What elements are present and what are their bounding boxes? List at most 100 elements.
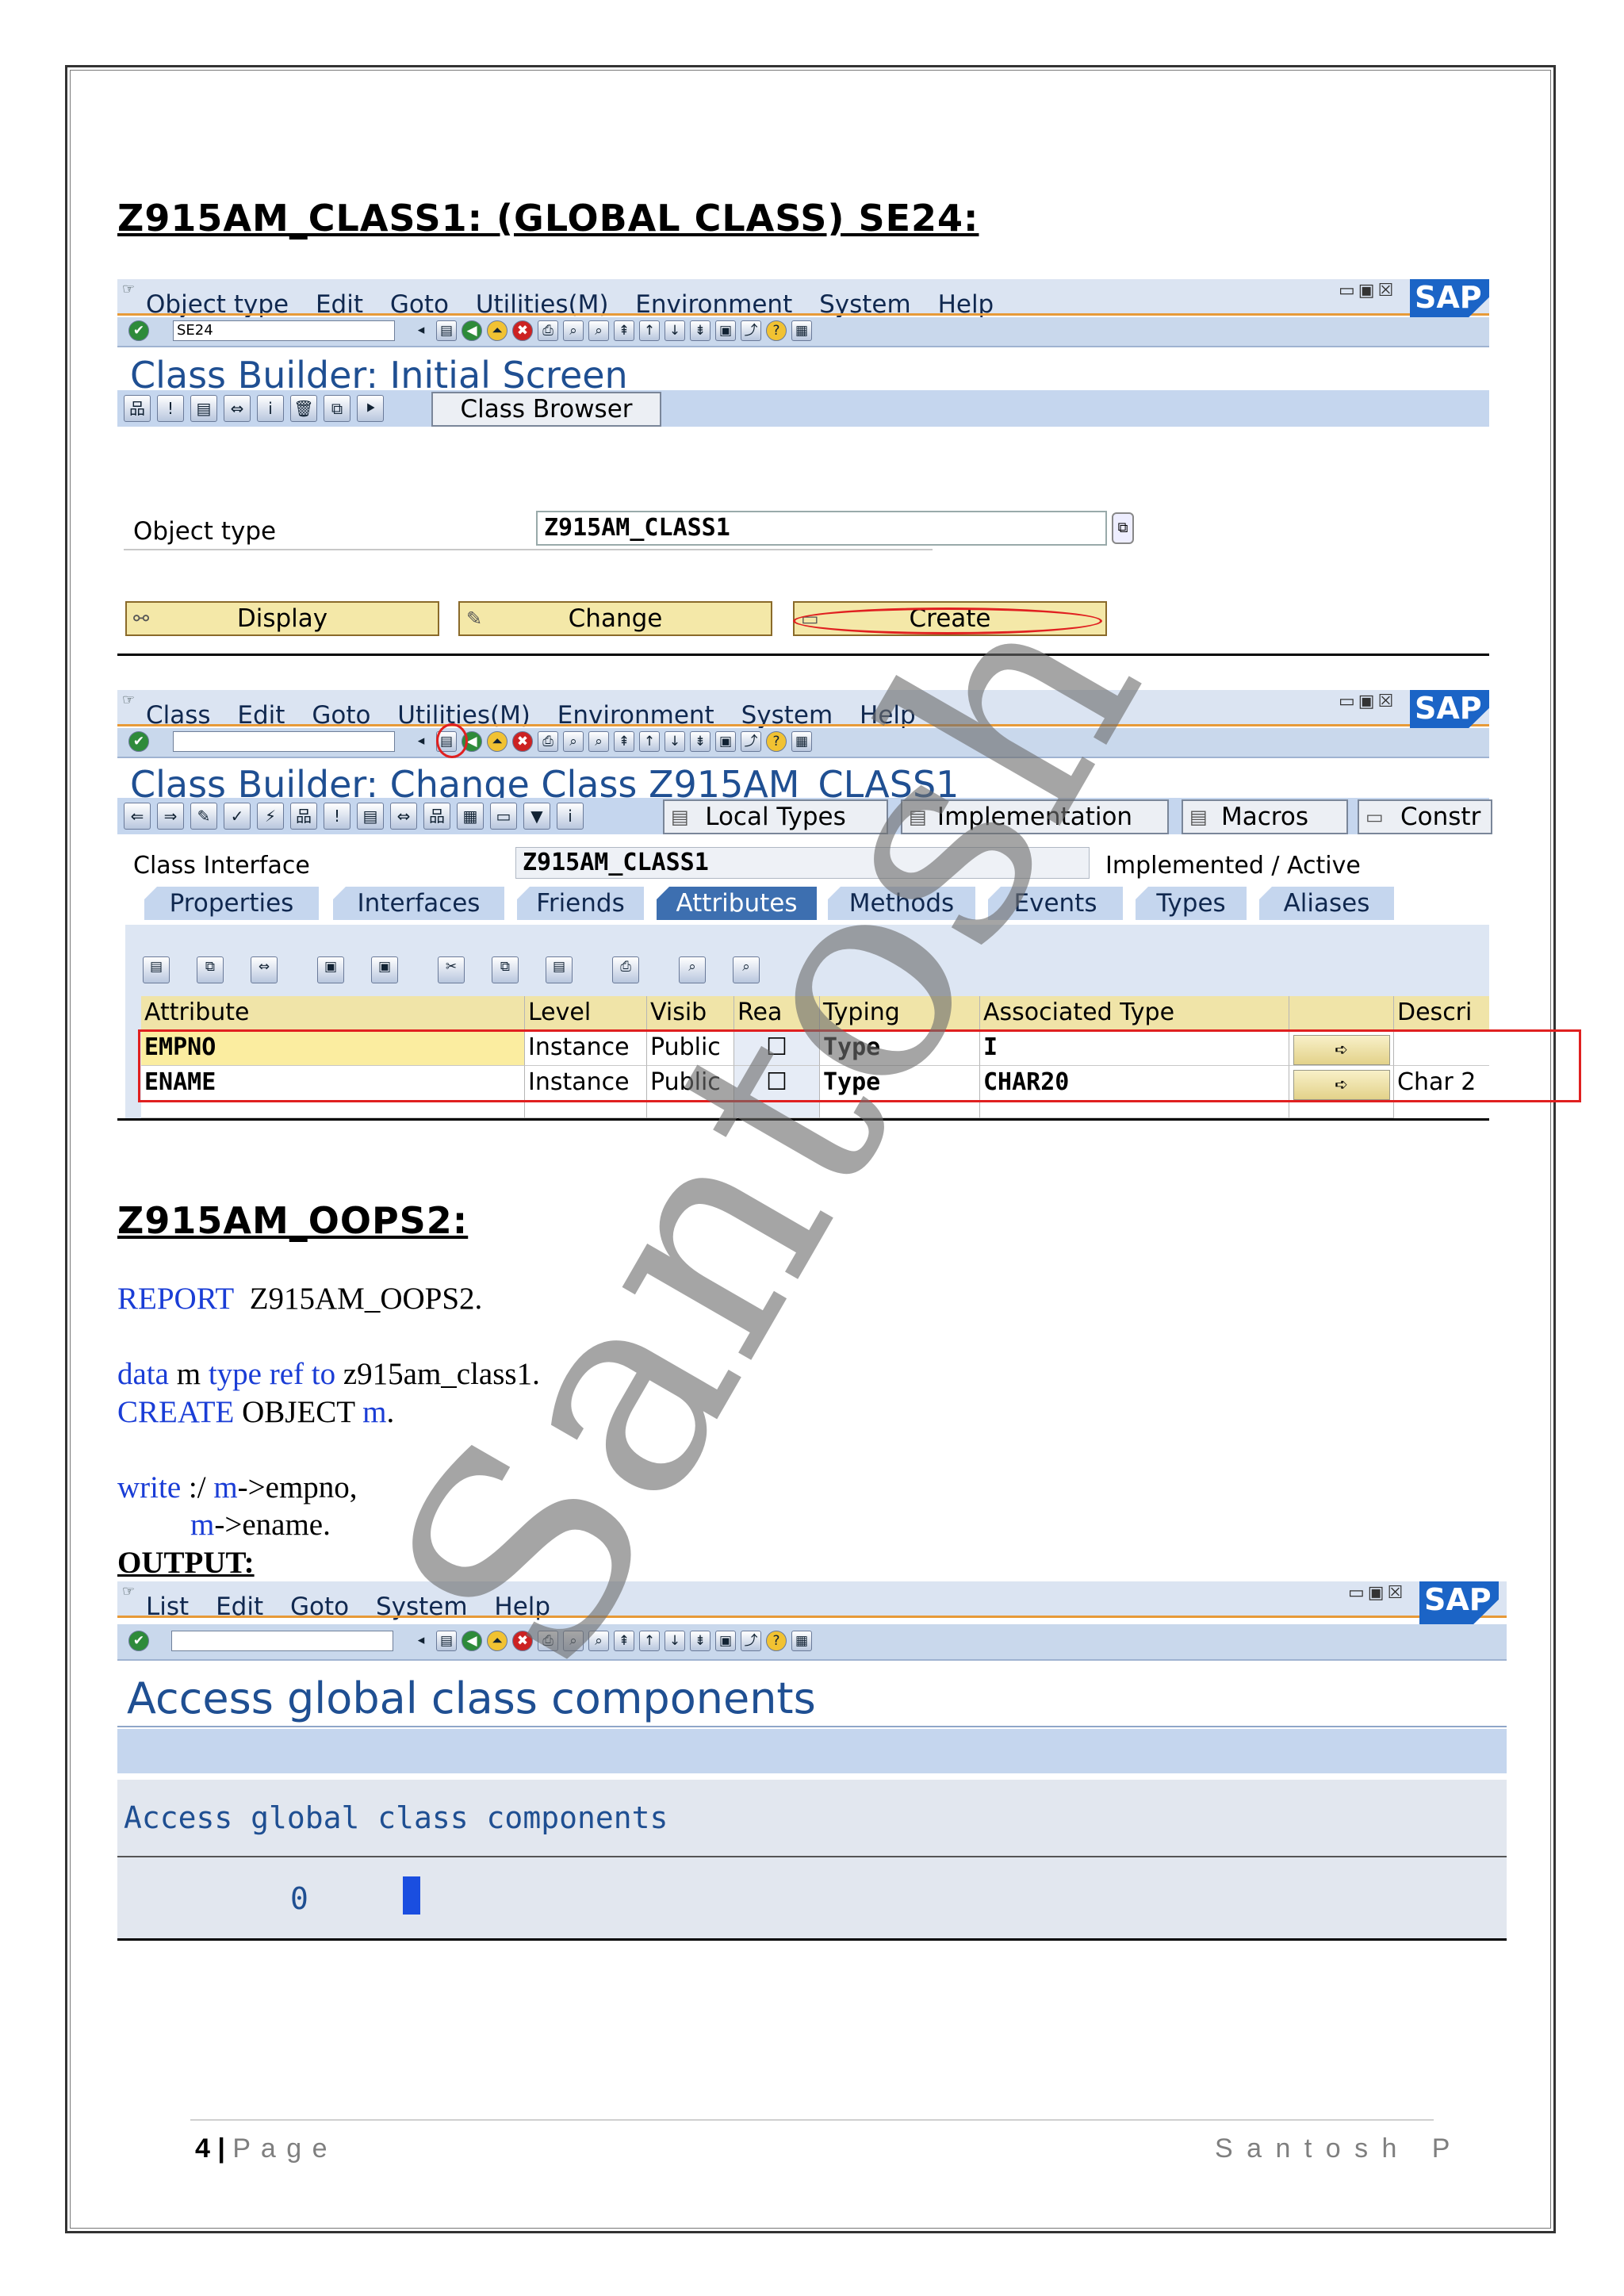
first-page-icon[interactable]: ⇞	[614, 731, 634, 752]
save-icon[interactable]: ▤	[436, 320, 457, 341]
delete-row-icon[interactable]: ⇔	[251, 956, 278, 983]
command-field[interactable]: SE24	[173, 320, 395, 341]
enter-icon[interactable]: ✔	[128, 320, 149, 341]
new-session-icon[interactable]: ▣	[715, 320, 736, 341]
where-used-icon[interactable]: ⇔	[390, 803, 417, 830]
activate-icon[interactable]: ⚡	[257, 803, 284, 830]
find-next-icon[interactable]: ⌕	[733, 956, 760, 983]
display-change-icon[interactable]: ✎	[190, 803, 217, 830]
back-arrow-icon[interactable]: ◂	[411, 1631, 431, 1651]
class-interface-field[interactable]: Z915AM_CLASS1	[515, 847, 1090, 879]
direct-type-icon[interactable]: ▣	[371, 956, 398, 983]
last-page-icon[interactable]: ⇟	[690, 320, 710, 341]
enter-icon[interactable]: ✔	[128, 731, 149, 752]
shortcut-icon[interactable]: ⤴	[741, 731, 761, 752]
last-page-icon[interactable]: ⇟	[690, 1631, 710, 1651]
exit-icon[interactable]: ⏶	[487, 1631, 508, 1651]
class-browser-button[interactable]: Class Browser	[431, 392, 661, 427]
next-object-icon[interactable]: ⇒	[157, 803, 184, 830]
prev-page-icon[interactable]: ↑	[639, 731, 660, 752]
new-session-icon[interactable]: ▣	[715, 1631, 736, 1651]
value-help-icon[interactable]: ⧉	[1112, 512, 1134, 544]
first-page-icon[interactable]: ⇞	[614, 320, 634, 341]
next-page-icon[interactable]: ↓	[665, 1631, 685, 1651]
window-controls[interactable]: ▭▣☒	[1348, 1583, 1406, 1603]
display-object-icon[interactable]: ▤	[190, 395, 217, 422]
copy-icon[interactable]: ⧉	[324, 395, 350, 422]
tab-attributes[interactable]: Attributes	[657, 887, 817, 920]
shortcut-icon[interactable]: ⤴	[741, 1631, 761, 1651]
hierarchy-icon[interactable]: 品	[124, 395, 151, 422]
cancel-icon[interactable]: ✖	[512, 731, 533, 752]
cancel-icon[interactable]: ✖	[512, 1631, 533, 1651]
filter-icon[interactable]: ▼	[523, 803, 550, 830]
help-icon[interactable]: ?	[766, 1631, 787, 1651]
find-icon[interactable]: ⌕	[563, 320, 584, 341]
exit-icon[interactable]: ⏶	[487, 320, 508, 341]
find-icon[interactable]: ⌕	[679, 956, 706, 983]
back-icon[interactable]: ◀	[462, 1631, 482, 1651]
exit-icon[interactable]: ⏶	[487, 731, 508, 752]
back-icon[interactable]: ◀	[462, 320, 482, 341]
object-type-input[interactable]: Z915AM_CLASS1	[536, 511, 1107, 546]
print-icon[interactable]: ⎙	[538, 1631, 558, 1651]
next-page-icon[interactable]: ↓	[665, 731, 685, 752]
tab-types[interactable]: Types	[1136, 887, 1247, 920]
back-arrow-icon[interactable]: ◂	[411, 731, 431, 752]
delete-icon[interactable]: 🗑	[290, 395, 317, 422]
help-icon[interactable]: ?	[766, 320, 787, 341]
prev-page-icon[interactable]: ↑	[639, 1631, 660, 1651]
check-icon[interactable]: ✓	[224, 803, 251, 830]
info-icon[interactable]: !	[324, 803, 350, 830]
tab-interfaces[interactable]: Interfaces	[333, 887, 504, 920]
cut-icon[interactable]: ✂	[438, 956, 465, 983]
test-icon[interactable]: ⯈	[357, 395, 384, 422]
last-page-icon[interactable]: ⇟	[690, 731, 710, 752]
macros-button[interactable]: ▤ Macros	[1182, 799, 1348, 834]
test-icon[interactable]: 品	[423, 803, 450, 830]
command-field[interactable]	[173, 731, 395, 752]
display-button[interactable]: ⚯ Display	[125, 601, 439, 636]
info-i-icon[interactable]: i	[557, 803, 584, 830]
command-field[interactable]	[171, 1631, 393, 1651]
copy-icon[interactable]: ⧉	[492, 956, 519, 983]
blank-icon[interactable]: ▭	[490, 803, 517, 830]
new-session-icon[interactable]: ▣	[715, 731, 736, 752]
prev-page-icon[interactable]: ↑	[639, 320, 660, 341]
find-next-icon[interactable]: ⌕	[588, 1631, 609, 1651]
find-icon[interactable]: ⌕	[563, 1631, 584, 1651]
insert-row-icon[interactable]: ▤	[143, 956, 170, 983]
next-page-icon[interactable]: ↓	[665, 320, 685, 341]
hierarchy-icon[interactable]: 品	[290, 803, 317, 830]
print-icon[interactable]: ⎙	[612, 956, 639, 983]
constructor-button[interactable]: ▭ Constr	[1358, 799, 1492, 834]
display-object-icon[interactable]: ▤	[357, 803, 384, 830]
paste-icon[interactable]: ▤	[546, 956, 573, 983]
first-page-icon[interactable]: ⇞	[614, 1631, 634, 1651]
tab-events[interactable]: Events	[988, 887, 1123, 920]
insert-attribute-icon[interactable]: ⧉	[197, 956, 224, 983]
help-icon[interactable]: ?	[766, 731, 787, 752]
find-icon[interactable]: ⌕	[563, 731, 584, 752]
print-icon[interactable]: ⎙	[538, 320, 558, 341]
window-controls[interactable]: ▭▣☒	[1339, 281, 1396, 301]
layout-icon[interactable]: ▦	[791, 1631, 812, 1651]
window-controls[interactable]: ▭▣☒	[1339, 692, 1396, 711]
back-arrow-icon[interactable]: ◂	[411, 320, 431, 341]
detail-view-icon[interactable]: ▣	[317, 956, 344, 983]
implementation-button[interactable]: ▤ Implementation	[901, 799, 1169, 834]
local-types-button[interactable]: ▤ Local Types	[663, 799, 888, 834]
change-button[interactable]: ✎ Change	[458, 601, 772, 636]
enter-icon[interactable]: ✔	[128, 1631, 149, 1651]
print-icon[interactable]: ⎙	[538, 731, 558, 752]
layout-icon[interactable]: ▦	[791, 320, 812, 341]
info-icon[interactable]: !	[157, 395, 184, 422]
tab-aliases[interactable]: Aliases	[1259, 887, 1394, 920]
where-used-icon[interactable]: ⇔	[224, 395, 251, 422]
shortcut-icon[interactable]: ⤴	[741, 320, 761, 341]
previous-object-icon[interactable]: ⇐	[124, 803, 151, 830]
layout-icon[interactable]: ▦	[791, 731, 812, 752]
cancel-icon[interactable]: ✖	[512, 320, 533, 341]
pattern-icon[interactable]: ▦	[457, 803, 484, 830]
tab-properties[interactable]: Properties	[144, 887, 319, 920]
